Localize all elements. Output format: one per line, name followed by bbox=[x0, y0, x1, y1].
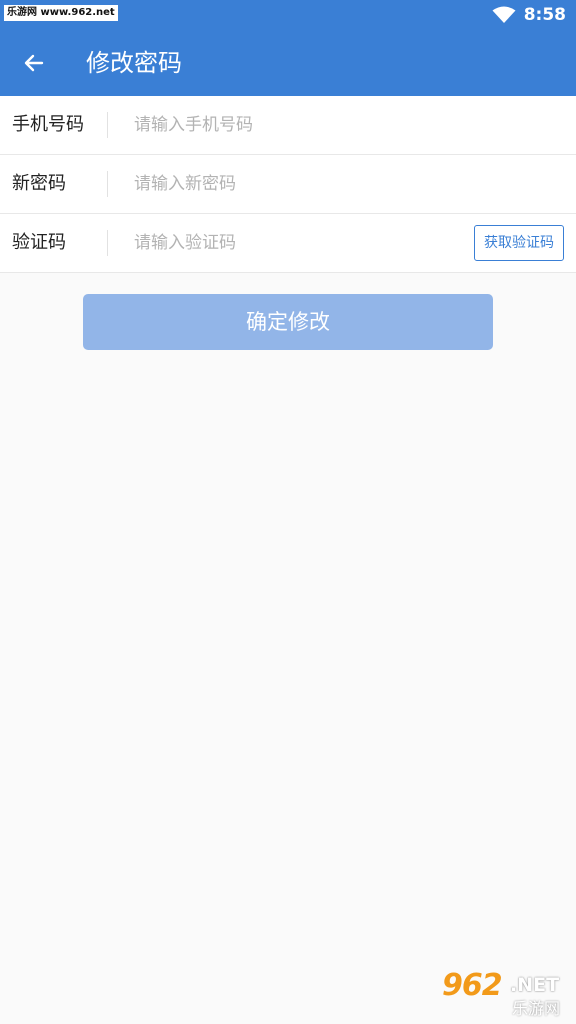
status-icons: 8:58 bbox=[492, 4, 566, 26]
new-password-label: 新密码 bbox=[0, 171, 108, 197]
toolbar: 修改密码 bbox=[0, 30, 576, 96]
new-password-input[interactable] bbox=[134, 167, 576, 201]
status-time: 8:58 bbox=[523, 5, 566, 25]
page-title: 修改密码 bbox=[86, 49, 182, 77]
new-password-row: 新密码 bbox=[0, 155, 576, 214]
app-bar: 乐游网 www.962.net 8:58 修改密码 bbox=[0, 0, 576, 96]
phone-row: 手机号码 bbox=[0, 96, 576, 155]
code-row: 验证码 获取验证码 bbox=[0, 214, 576, 273]
arrow-left-icon bbox=[24, 54, 44, 72]
phone-input[interactable] bbox=[134, 108, 576, 142]
phone-label: 手机号码 bbox=[0, 112, 108, 138]
back-button[interactable] bbox=[14, 43, 54, 83]
password-form: 手机号码 新密码 验证码 获取验证码 bbox=[0, 96, 576, 273]
confirm-button[interactable]: 确定修改 bbox=[83, 294, 493, 350]
watermark-number: 962 bbox=[442, 968, 503, 1003]
code-label: 验证码 bbox=[0, 230, 108, 256]
watermark-suffix: .NET bbox=[510, 974, 560, 996]
watermark-name: 乐游网 bbox=[512, 999, 561, 1018]
wifi-icon bbox=[492, 6, 516, 23]
status-bar: 乐游网 www.962.net 8:58 bbox=[0, 0, 576, 30]
get-code-button[interactable]: 获取验证码 bbox=[474, 225, 564, 261]
top-watermark: 乐游网 www.962.net bbox=[4, 5, 118, 21]
footer-watermark: 962 .NET 乐游网 bbox=[436, 968, 570, 1018]
